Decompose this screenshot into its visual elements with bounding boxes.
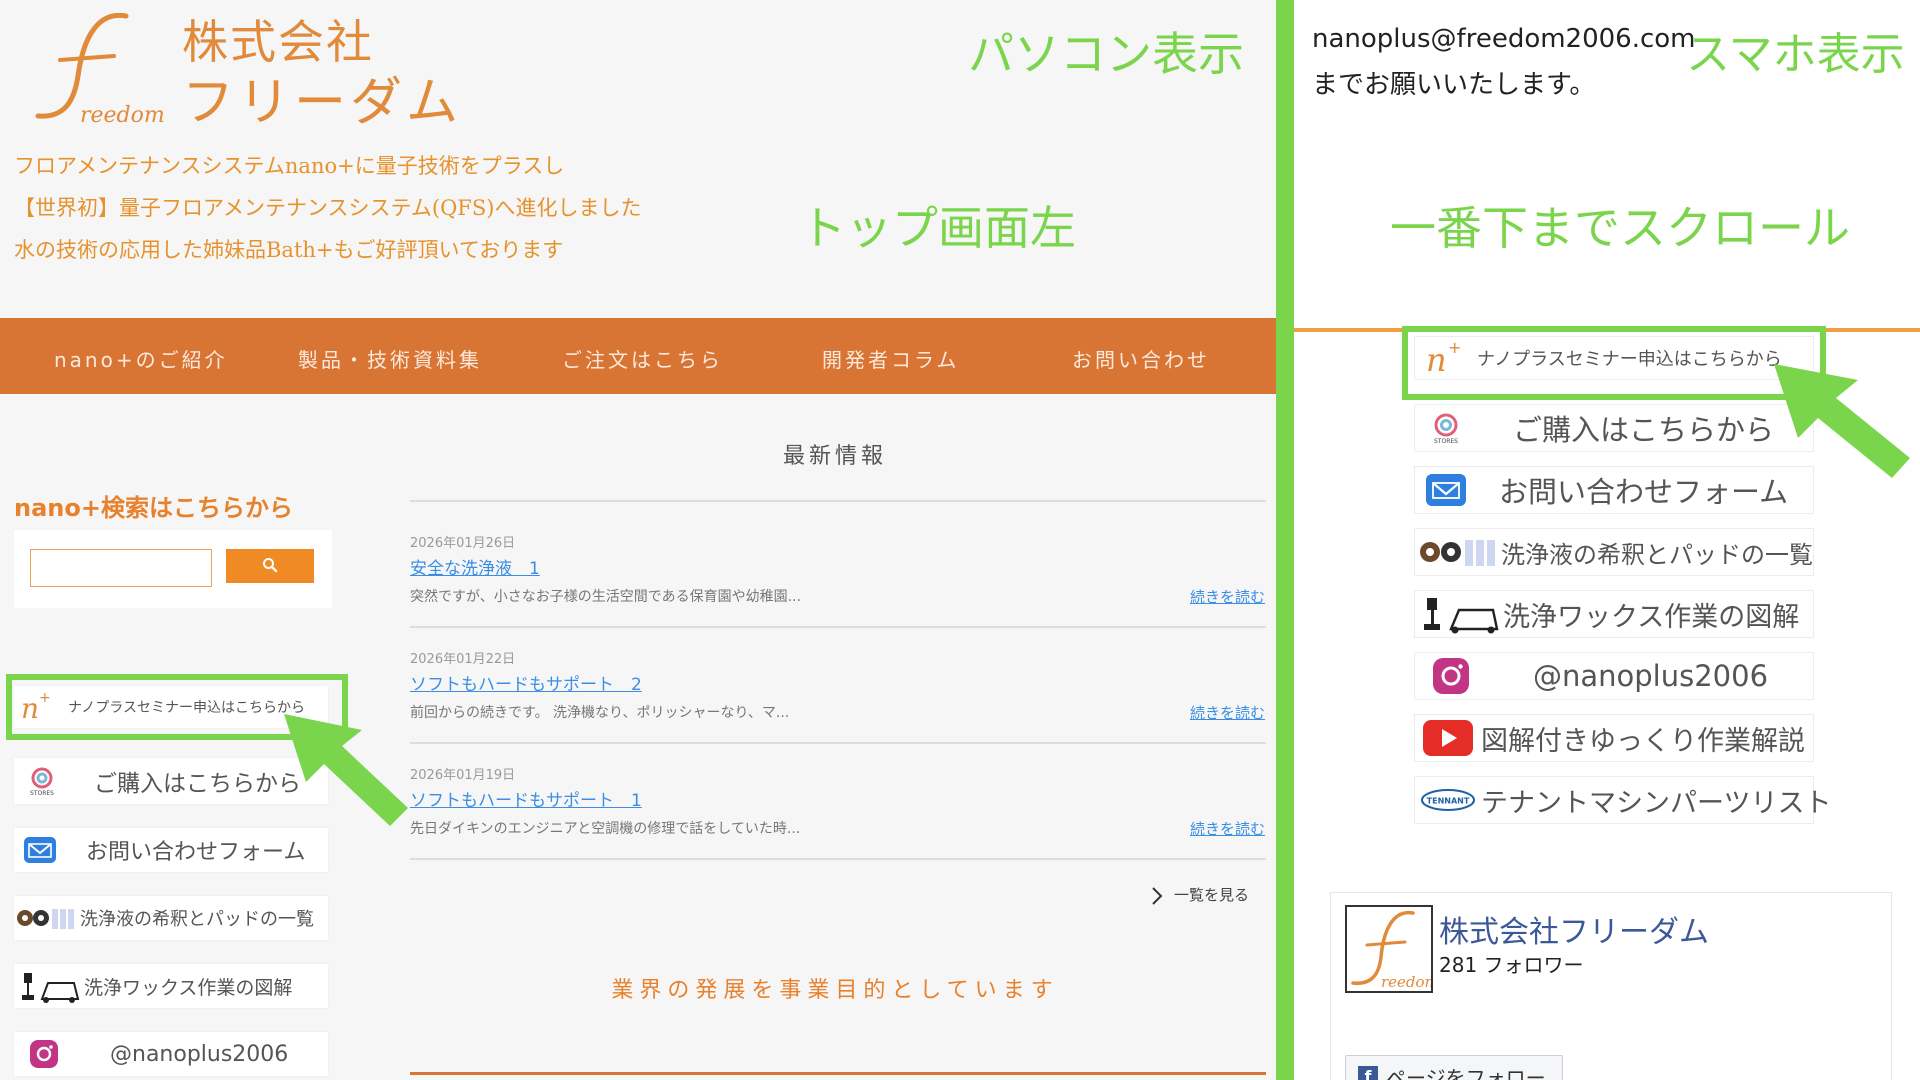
read-more-link[interactable]: 続きを読む	[1190, 586, 1265, 607]
news-excerpt: 先日ダイキンのエンジニアと空調機の修理で話をしていた時...	[410, 821, 801, 837]
facebook-page-name[interactable]: 株式会社フリーダム	[1439, 907, 1709, 951]
nav-item-contact[interactable]: お問い合わせ	[1072, 344, 1210, 373]
banner-label: 洗浄ワックス作業の図解	[1503, 601, 1800, 633]
main-navigation: nano+のご紹介 製品・技術資料集 ご注文はこちら 開発者コラム お問い合わせ	[0, 318, 1276, 394]
freedom-logo-icon[interactable]: reedom	[34, 6, 164, 126]
nav-item-column[interactable]: 開発者コラム	[822, 344, 959, 373]
banner-instagram[interactable]: @nanoplus2006	[14, 1032, 328, 1076]
logo-word: reedom	[1381, 973, 1433, 991]
contact-email-suffix: までお願いいたします。	[1312, 70, 1596, 100]
banner-label: @nanoplus2006	[1533, 659, 1769, 693]
search-widget	[14, 530, 332, 608]
banner-label: お問い合わせフォーム	[1499, 475, 1789, 509]
facebook-icon: f	[1358, 1066, 1378, 1080]
news-section-title: 最新情報	[782, 444, 887, 469]
stores-caption: STORES	[1434, 437, 1458, 445]
freedom-logo-icon[interactable]: reedom	[1345, 905, 1433, 993]
banner-label: ご購入はこちらから	[1513, 413, 1775, 447]
banner-label: 洗浄液の希釈とパッドの一覧	[80, 909, 314, 930]
see-all-link[interactable]: 一覧を見る	[1150, 884, 1249, 906]
tennant-caption: TENNANT	[1427, 797, 1470, 806]
news-excerpt: 突然ですが、小さなお子様の生活空間である保育園や幼稚園...	[410, 589, 801, 605]
panel-divider	[1276, 0, 1294, 1080]
banner-label: テナントマシンパーツリスト	[1481, 787, 1832, 819]
banner-label: 洗浄液の希釈とパッドの一覧	[1501, 540, 1813, 569]
news-excerpt: 前回からの続きです。 洗浄機なり、ポリッシャーなり、マ...	[410, 705, 790, 721]
news-title-link[interactable]: 安全な洗浄液 1	[410, 554, 540, 579]
sp-banner-youtube[interactable]: 図解付きゆっくり作業解説	[1414, 714, 1814, 762]
banner-label: お問い合わせフォーム	[86, 840, 306, 865]
news-title-link[interactable]: ソフトもハードもサポート 2	[410, 670, 642, 695]
youtube-icon	[1415, 715, 1481, 761]
pads-bottles-icon	[14, 896, 78, 940]
tennant-logo-icon: TENNANT	[1415, 777, 1481, 823]
instagram-icon	[1415, 653, 1487, 699]
banner-wax-diagram[interactable]: 洗浄ワックス作業の図解	[14, 964, 328, 1008]
facebook-page-widget: reedom 株式会社フリーダム 281 フォロワー f ページをフォロー	[1330, 892, 1892, 1080]
smartphone-view-panel: nanoplus@freedom2006.com までお願いいたします。 スマホ…	[1294, 0, 1920, 1080]
contact-email[interactable]: nanoplus@freedom2006.com	[1312, 24, 1696, 54]
chevron-right-icon	[1152, 886, 1163, 905]
mission-statement: 業界の発展を事業目的としています	[611, 978, 1059, 1003]
sp-banner-instagram[interactable]: @nanoplus2006	[1414, 652, 1814, 700]
facebook-follow-button[interactable]: f ページをフォロー	[1345, 1055, 1563, 1080]
tagline-3: 水の技術の応用した姉妹品Bath+もご好評頂いております	[14, 238, 564, 262]
news-separator	[410, 858, 1266, 860]
search-input[interactable]	[30, 549, 212, 587]
news-date: 2026年01月19日	[410, 768, 516, 783]
annotation-top-left: トップ画面左	[800, 201, 1076, 255]
search-icon	[263, 557, 278, 572]
pc-view-panel: reedom 株式会社 フリーダム フロアメンテナンスシステムnano+に量子技…	[0, 0, 1276, 1080]
news-title-link[interactable]: ソフトもハードもサポート 1	[410, 786, 642, 811]
sp-banner-wax-diagram[interactable]: 洗浄ワックス作業の図解	[1414, 590, 1814, 638]
read-more-link[interactable]: 続きを読む	[1190, 702, 1265, 723]
annotation-sp-view: スマホ表示	[1686, 29, 1905, 80]
news-separator	[410, 742, 1266, 744]
cleaning-machine-icon	[14, 964, 84, 1008]
search-title: nano+検索はこちらから	[14, 494, 293, 522]
instagram-icon	[14, 1032, 74, 1076]
annotation-arrow-left	[284, 714, 408, 826]
sp-banner-tennant[interactable]: TENNANT テナントマシンパーツリスト	[1414, 776, 1831, 824]
banner-label: @nanoplus2006	[110, 1041, 289, 1067]
mail-icon	[1415, 467, 1477, 513]
follow-button-label: ページをフォロー	[1386, 1065, 1546, 1080]
logo-word: reedom	[80, 103, 164, 126]
banner-dilution-pads[interactable]: 洗浄液の希釈とパッドの一覧	[14, 896, 328, 940]
news-separator	[410, 626, 1266, 628]
see-all-label: 一覧を見る	[1174, 886, 1250, 904]
nav-item-order[interactable]: ご注文はこちら	[562, 344, 723, 373]
banner-label: 洗浄ワックス作業の図解	[84, 976, 293, 999]
annotation-scroll: 一番下までスクロール	[1390, 201, 1850, 255]
news-date: 2026年01月26日	[410, 536, 516, 551]
tagline-2: 【世界初】量子フロアメンテナンスシステム(QFS)へ進化しました	[14, 196, 642, 220]
sp-banner-contact-form[interactable]: お問い合わせフォーム	[1414, 466, 1814, 514]
stores-logo-icon: STORES	[14, 758, 70, 804]
facebook-followers: 281 フォロワー	[1439, 953, 1584, 977]
sp-banner-purchase[interactable]: STORES ご購入はこちらから	[1414, 404, 1814, 452]
company-name-line2: フリーダム	[182, 73, 463, 133]
pads-bottles-icon	[1415, 529, 1501, 575]
nav-item-products[interactable]: 製品・技術資料集	[298, 344, 482, 373]
stores-logo-icon: STORES	[1415, 405, 1477, 451]
tagline-1: フロアメンテナンスシステムnano+に量子技術をプラスし	[14, 154, 565, 178]
stores-caption: STORES	[30, 789, 54, 797]
read-more-link[interactable]: 続きを読む	[1190, 818, 1265, 839]
mail-icon	[14, 828, 66, 872]
sp-banner-dilution-pads[interactable]: 洗浄液の希釈とパッドの一覧	[1414, 528, 1814, 576]
annotation-pc-view: パソコン表示	[968, 27, 1244, 81]
content-bottom-border	[410, 1072, 1266, 1075]
cleaning-machine-icon	[1415, 591, 1503, 637]
news-separator	[410, 500, 1266, 502]
annotation-arrow-right	[1774, 364, 1910, 478]
banner-label: 図解付きゆっくり作業解説	[1481, 725, 1805, 757]
news-date: 2026年01月22日	[410, 652, 516, 667]
search-button[interactable]	[226, 549, 314, 583]
nav-item-nano-intro[interactable]: nano+のご紹介	[54, 344, 228, 373]
